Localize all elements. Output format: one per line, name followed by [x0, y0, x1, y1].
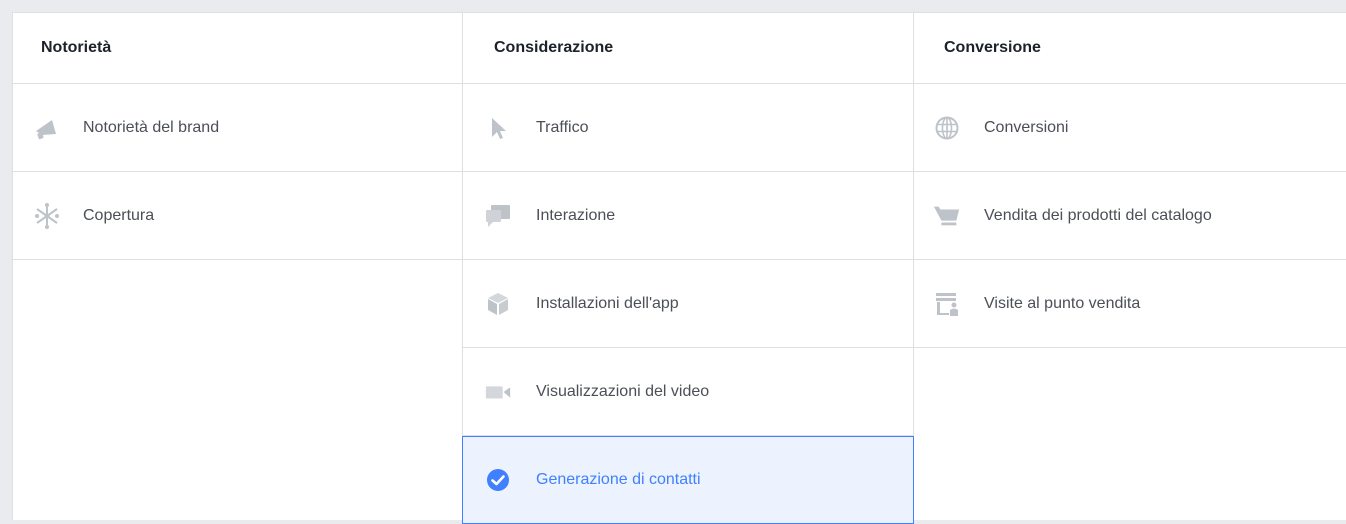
cursor-icon	[484, 114, 512, 142]
box-icon	[484, 290, 512, 318]
checkmark-icon	[484, 466, 512, 494]
column-header: Notorietà	[13, 13, 462, 84]
objective-label: Traffico	[536, 118, 589, 136]
objective-lead-generation[interactable]: Generazione di contatti	[462, 436, 914, 524]
chat-bubbles-icon	[484, 202, 512, 230]
objective-label: Vendita dei prodotti del catalogo	[984, 206, 1212, 224]
objective-engagement[interactable]: Interazione	[463, 172, 913, 260]
column-consideration: Considerazione Traffico Interazione Inst…	[462, 13, 914, 524]
shopping-cart-icon	[933, 202, 961, 230]
objective-brand-awareness[interactable]: Notorietà del brand	[13, 84, 462, 172]
megaphone-icon	[33, 114, 61, 142]
objective-label: Notorietà del brand	[83, 118, 220, 136]
objective-label: Visite al punto vendita	[984, 294, 1141, 312]
objective-store-visits[interactable]: Visite al punto vendita	[914, 260, 1346, 348]
objective-video-views[interactable]: Visualizzazioni del video	[463, 348, 913, 436]
objective-label: Generazione di contatti	[536, 471, 701, 488]
objective-conversions[interactable]: Conversioni	[914, 84, 1346, 172]
objective-label: Copertura	[83, 206, 155, 224]
column-awareness: Notorietà Notorietà del brand Copertura	[13, 13, 463, 520]
objective-catalog-sales[interactable]: Vendita dei prodotti del catalogo	[914, 172, 1346, 260]
objective-traffic[interactable]: Traffico	[463, 84, 913, 172]
reach-icon	[33, 202, 61, 230]
column-header: Considerazione	[463, 13, 913, 84]
column-header: Conversione	[914, 13, 1346, 84]
objective-label: Conversioni	[984, 118, 1069, 136]
objective-label: Interazione	[536, 206, 616, 224]
video-camera-icon	[484, 378, 512, 406]
objective-app-installs[interactable]: Installazioni dell'app	[463, 260, 913, 348]
objective-selector: Notorietà Notorietà del brand Copertura …	[12, 12, 1346, 524]
objective-reach[interactable]: Copertura	[13, 172, 462, 260]
objective-label: Visualizzazioni del video	[536, 382, 710, 400]
globe-icon	[933, 114, 961, 142]
store-icon	[933, 290, 961, 318]
objective-label: Installazioni dell'app	[536, 294, 679, 312]
column-conversion: Conversione Conversioni Vendita dei prod…	[914, 13, 1346, 520]
